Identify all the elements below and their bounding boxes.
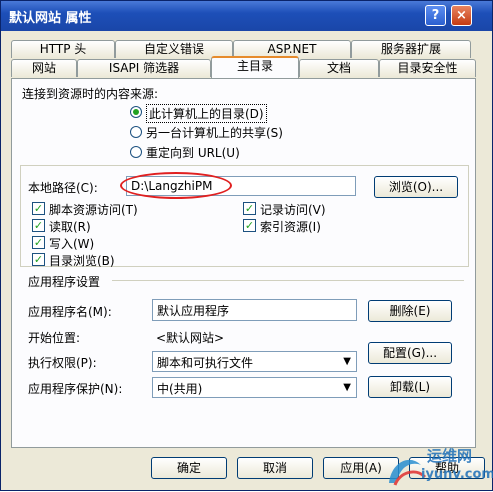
help-title-button[interactable]: ?	[425, 5, 446, 26]
app-settings-divider	[112, 280, 464, 281]
radio-redirect-url[interactable]	[130, 146, 142, 158]
radio-network-share-label: 另一台计算机上的共享(S)	[146, 126, 283, 140]
radio-network-share[interactable]	[130, 126, 142, 138]
execute-permissions-select[interactable]: 脚本和可执行文件 ▼	[152, 351, 357, 372]
watermark-line1: 运维网	[427, 447, 473, 465]
local-path-label: 本地路径(C):	[28, 181, 98, 195]
checkbox-index-resource[interactable]: ✓	[243, 219, 256, 232]
remove-button[interactable]: 删除(E)	[368, 300, 452, 322]
app-name-value: 默认应用程序	[157, 304, 230, 318]
configure-button[interactable]: 配置(G)...	[368, 342, 452, 364]
app-protection-value: 中(共用)	[157, 382, 203, 396]
checkbox-directory-browsing[interactable]: ✓	[32, 253, 45, 266]
title-bar[interactable]: 默认网站 属性 ? ×	[1, 1, 492, 31]
properties-dialog: 默认网站 属性 ? × HTTP 头 自定义错误 ASP.NET 服务器扩展 网…	[0, 0, 493, 491]
checkbox-write[interactable]: ✓	[32, 236, 45, 249]
checkbox-log-visits[interactable]: ✓	[243, 202, 256, 215]
checkbox-log-visits-label: 记录访问(V)	[260, 203, 326, 217]
window-title: 默认网站 属性	[9, 11, 92, 26]
browse-button[interactable]: 浏览(O)...	[374, 176, 458, 198]
app-name-input[interactable]: 默认应用程序	[152, 299, 357, 321]
tab-directory-security[interactable]: 目录安全性	[379, 59, 476, 77]
watermark-line2: iyunv.com	[421, 467, 493, 482]
unload-button[interactable]: 卸载(L)	[368, 376, 452, 398]
tab-home-directory[interactable]: 主目录	[211, 56, 299, 78]
ok-button[interactable]: 确定	[151, 457, 227, 479]
tab-isapi-filters[interactable]: ISAPI 筛选器	[77, 59, 211, 77]
start-position-value: <默认网站>	[156, 331, 225, 345]
tab-documents[interactable]: 文档	[299, 59, 379, 77]
radio-redirect-url-label: 重定向到 URL(U)	[146, 146, 240, 160]
content-source-label: 连接到资源时的内容来源:	[22, 87, 159, 101]
checkbox-script-source-access[interactable]: ✓	[32, 202, 45, 215]
tab-website[interactable]: 网站	[11, 59, 77, 77]
tab-server-extensions[interactable]: 服务器扩展	[351, 40, 471, 58]
checkbox-script-source-access-label: 脚本资源访问(T)	[49, 203, 138, 217]
cancel-button[interactable]: 取消	[237, 457, 313, 479]
radio-local-directory[interactable]	[130, 106, 142, 118]
execute-permissions-value: 脚本和可执行文件	[157, 356, 254, 370]
dropdown-arrow-icon: ▼	[343, 382, 351, 393]
checkbox-write-label: 写入(W)	[49, 237, 95, 251]
start-position-label: 开始位置:	[28, 331, 81, 345]
dropdown-arrow-icon: ▼	[343, 356, 351, 367]
execute-permissions-label: 执行权限(P):	[28, 356, 97, 370]
checkbox-index-resource-label: 索引资源(I)	[260, 220, 321, 234]
app-protection-label: 应用程序保护(N):	[28, 382, 123, 396]
tab-http-headers[interactable]: HTTP 头	[11, 40, 115, 58]
home-directory-panel: 连接到资源时的内容来源: 此计算机上的目录(D) 另一台计算机上的共享(S) 重…	[11, 78, 476, 448]
checkbox-directory-browsing-label: 目录浏览(B)	[49, 254, 115, 268]
checkbox-read-label: 读取(R)	[49, 220, 91, 234]
watermark-logo: 运维网 iyunv.com	[381, 443, 493, 489]
app-name-label: 应用程序名(M):	[28, 305, 112, 319]
highlight-circle	[120, 172, 232, 199]
checkbox-read[interactable]: ✓	[32, 219, 45, 232]
app-protection-select[interactable]: 中(共用) ▼	[152, 377, 357, 398]
app-settings-title: 应用程序设置	[28, 275, 101, 289]
close-button[interactable]: ×	[451, 5, 472, 26]
radio-local-directory-label: 此计算机上的目录(D)	[146, 104, 267, 123]
